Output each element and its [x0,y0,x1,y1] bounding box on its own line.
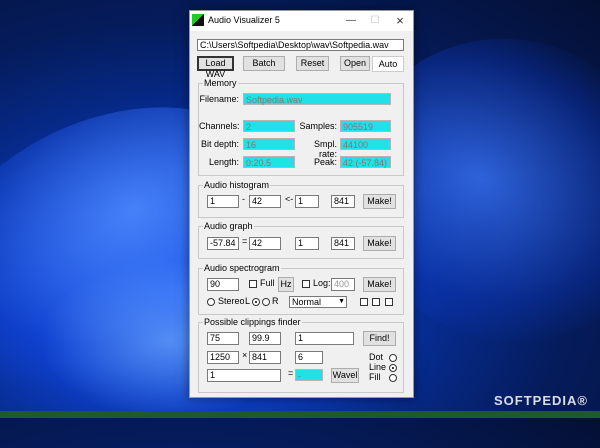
log-checkbox[interactable] [302,280,310,288]
clippings-scale-input[interactable]: 6 [295,351,323,364]
channels-value: 2 [243,120,295,132]
histogram-title: Audio histogram [203,180,271,190]
graph-level-input[interactable]: 42 [249,237,281,250]
graph-db-input[interactable]: -57.84 [207,237,239,250]
file-path-field[interactable]: C:\Users\Softpedia\Desktop\wav\Softpedia… [197,39,404,51]
peak-label: Peak: [313,157,337,167]
fill-radio[interactable] [389,374,397,382]
find-button[interactable]: Find! [363,331,396,346]
clippings-title: Possible clippings finder [203,317,302,327]
length-label: Length: [208,157,239,167]
auto-tab[interactable]: Auto [372,56,404,72]
histogram-step-input[interactable]: 1 [295,195,319,208]
channels-label: Channels: [199,121,240,131]
clippings-percent-input[interactable]: 99.9 [249,332,281,345]
clippings-width-input[interactable]: 1250 [207,351,239,364]
clippings-start-input[interactable]: 1 [207,369,281,382]
graph-make-button[interactable]: Make! [363,236,396,251]
clippings-height-input[interactable]: 841 [249,351,281,364]
chevron-down-icon: ▼ [338,298,345,305]
stereo-label: Stereo [218,296,245,306]
mode-select[interactable]: Normal ▼ [289,296,347,308]
histogram-arrow: <- [285,194,294,204]
batch-button[interactable]: Batch [243,56,285,71]
load-wav-button[interactable]: Load WAV [197,56,234,79]
window-title: Audio Visualizer 5 [208,15,280,25]
close-icon[interactable]: × [389,13,411,29]
hz-button[interactable]: Hz [278,277,294,292]
samples-value: 905519 [340,120,391,132]
histogram-to-input[interactable]: 42 [249,195,281,208]
times-symbol: × [242,350,248,360]
option-checkbox-3[interactable] [385,298,393,306]
watermark: SOFTPEDIA® [494,393,588,408]
app-window: Audio Visualizer 5 — ☐ × C:\Users\Softpe… [189,10,414,398]
line-radio[interactable] [389,364,397,372]
histogram-group: Audio histogram 1 - 42 <- 1 841 Make! [198,180,404,218]
stereo-radio[interactable] [207,298,215,306]
fill-label: Fill [369,372,381,382]
rate-value: 44100 [340,138,391,150]
spectrogram-title: Audio spectrogram [203,263,281,273]
memory-title: Memory [203,78,238,88]
wavel-button[interactable]: Wavel [331,368,359,383]
line-label: Line [369,362,387,372]
r-radio[interactable] [262,298,270,306]
maximize-icon[interactable]: ☐ [364,13,386,29]
r-label: R [272,296,279,306]
log-label: Log: [313,278,331,288]
open-button[interactable]: Open [340,56,370,71]
graph-width-input[interactable]: 841 [331,237,355,250]
peak-value: 42 (-57.84) [340,156,391,168]
samples-label: Samples: [299,121,337,131]
histogram-from-input[interactable]: 1 [207,195,239,208]
graph-title: Audio graph [203,221,254,231]
taskbar [0,411,600,418]
bitdepth-value: 16 [243,138,295,150]
l-label: L [245,296,251,306]
full-checkbox[interactable] [249,280,257,288]
minimize-icon[interactable]: — [340,13,362,29]
clippings-result-value: - [295,369,323,381]
title-bar[interactable]: Audio Visualizer 5 — ☐ × [190,11,413,31]
filename-label: Filename: [199,94,239,104]
graph-group: Audio graph -57.84 = 42 1 841 Make! [198,221,404,259]
histogram-width-input[interactable]: 841 [331,195,355,208]
dot-radio[interactable] [389,354,397,362]
equals-symbol: = [288,368,294,378]
option-checkbox-2[interactable] [372,298,380,306]
spectrogram-make-button[interactable]: Make! [363,277,396,292]
app-icon [192,14,204,26]
l-radio[interactable] [252,298,260,306]
full-label: Full [260,278,275,288]
clippings-group: Possible clippings finder 75 99.9 1 Find… [198,317,404,393]
rate-label: Smpl. rate: [313,139,337,159]
length-value: 0:20.5 [243,156,295,168]
reset-button[interactable]: Reset [296,56,329,71]
graph-equals: = [242,236,248,246]
clippings-threshold-input[interactable]: 75 [207,332,239,345]
spectrogram-group: Audio spectrogram 90 Full Hz Log: 400 Ma… [198,263,404,315]
mode-select-value: Normal [292,297,322,307]
bitdepth-label: Bit depth: [200,139,239,149]
histogram-make-button[interactable]: Make! [363,194,396,209]
graph-step-input[interactable]: 1 [295,237,319,250]
filename-value: Softpedia.wav [243,93,391,105]
dot-label: Dot [369,352,384,362]
option-checkbox-1[interactable] [360,298,368,306]
clippings-count-input[interactable]: 1 [295,332,354,345]
log-value-input[interactable]: 400 [331,278,355,291]
spectrogram-size-input[interactable]: 90 [207,278,239,291]
histogram-dash: - [242,194,245,204]
memory-group: Memory Filename: Softpedia.wav Channels:… [198,78,404,176]
